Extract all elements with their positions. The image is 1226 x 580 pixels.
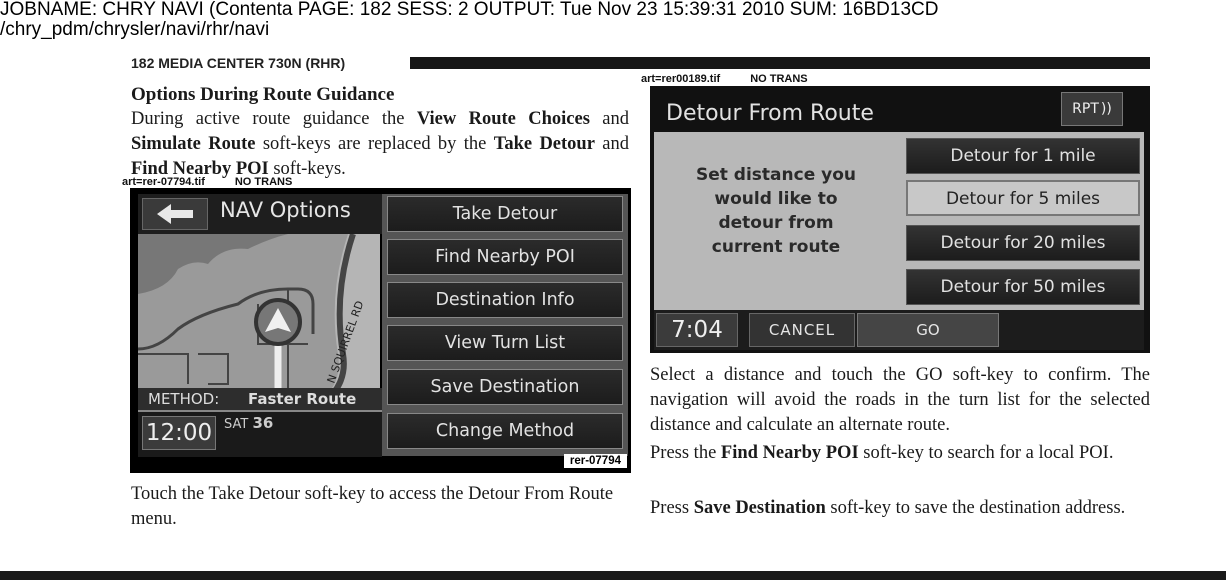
intro-paragraph: During active route guidance the View Ro… [131, 109, 629, 179]
find-poi-paragraph: Press the Find Nearby POI soft-key to se… [650, 443, 1114, 463]
sound-waves-icon: )) [1100, 101, 1112, 117]
save-destination-button[interactable]: Save Destination [387, 369, 623, 405]
left-arrow-icon [157, 204, 193, 224]
detour-content: Set distance you would like to detour fr… [654, 132, 1144, 310]
repeat-button[interactable]: RPT)) [1061, 92, 1123, 126]
softkey-panel: Take Detour Find Nearby POI Destination … [382, 194, 628, 456]
figure-tag: rer-07794 [563, 454, 627, 468]
running-head: 182 MEDIA CENTER 730N (RHR) [131, 55, 346, 71]
footer-rule [0, 571, 1226, 580]
map-view: N SQUIRREL RD [138, 234, 380, 403]
change-method-button[interactable]: Change Method [387, 413, 623, 449]
detour-5-miles-button[interactable]: Detour for 5 miles [906, 180, 1140, 216]
save-destination-paragraph: Press Save Destination soft-key to save … [650, 498, 1126, 518]
detour-prompt: Set distance you would like to detour fr… [695, 165, 857, 257]
method-label: METHOD: [148, 390, 220, 408]
view-turn-list-button[interactable]: View Turn List [387, 325, 623, 361]
running-head-rule [410, 57, 1150, 69]
method-value: Faster Route [248, 390, 357, 408]
cancel-button[interactable]: CANCEL [749, 313, 855, 347]
take-detour-button[interactable]: Take Detour [387, 196, 623, 232]
clock-display: 12:00 [142, 416, 216, 450]
road [138, 353, 229, 385]
method-bar: METHOD: Faster Route [138, 388, 382, 412]
go-button[interactable]: GO [857, 313, 999, 347]
art-label-right: art=rer00189.tif NO TRANS [641, 73, 808, 85]
select-distance-paragraph: Select a distance and touch the GO soft-… [650, 365, 1150, 435]
back-button[interactable] [142, 198, 208, 230]
nav-options-screenshot: N SQUIRREL RD NAV Options METHOD: Faster… [130, 188, 631, 473]
section-heading: Options During Route Guidance [131, 84, 395, 105]
sat-indicator: SAT 36 [224, 414, 274, 432]
find-nearby-poi-button[interactable]: Find Nearby POI [387, 239, 623, 275]
detour-1-mile-button[interactable]: Detour for 1 mile [906, 138, 1140, 174]
map-roads: N SQUIRREL RD [138, 234, 380, 403]
take-detour-paragraph: Touch the Take Detour soft-key to access… [131, 484, 614, 529]
art-label-left: art=rer-07794.tif NO TRANS [122, 176, 293, 188]
bottom-bar: 7:04 CANCEL GO [654, 310, 1144, 350]
nav-title-bar: NAV Options [138, 194, 383, 234]
screen-title: NAV Options [220, 198, 351, 222]
clock-display: 7:04 [656, 313, 738, 347]
screen-title: Detour From Route [666, 101, 874, 126]
destination-info-button[interactable]: Destination Info [387, 282, 623, 318]
detour-50-miles-button[interactable]: Detour for 50 miles [906, 269, 1140, 305]
detour-20-miles-button[interactable]: Detour for 20 miles [906, 225, 1140, 261]
job-header-line1: JOBNAME: CHRY NAVI (Contenta PAGE: 182 S… [0, 0, 939, 20]
job-header-line2: /chry_pdm/chrysler/navi/rhr/navi [0, 19, 270, 40]
detour-from-route-screenshot: Detour From Route RPT)) Set distance you… [650, 86, 1150, 353]
water-area [138, 234, 288, 294]
